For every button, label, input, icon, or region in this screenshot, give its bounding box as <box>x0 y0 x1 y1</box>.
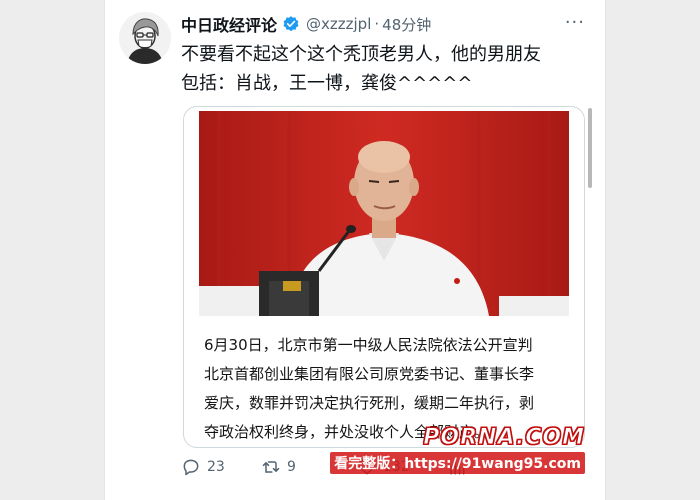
tweet-media[interactable]: 6月30日，北京市第一中级人民法院依法公开宣判 北京首都创业集团有限公司原党委书… <box>183 106 585 448</box>
verified-badge-icon <box>283 16 299 32</box>
author-name[interactable]: 中日政经评论 <box>181 12 277 36</box>
tweet-card[interactable]: 中日政经评论 @xzzzjpl · 48分钟 ··· 不要看不起这个这个秃顶老男… <box>105 0 605 500</box>
retweet-count: 9 <box>287 459 296 475</box>
avatar[interactable] <box>119 12 171 64</box>
reply-button[interactable]: 23 <box>181 457 261 477</box>
watermark-site: PORNA.COM <box>423 425 585 451</box>
screenshot: 中日政经评论 @xzzzjpl · 48分钟 ··· 不要看不起这个这个秃顶老男… <box>0 0 700 500</box>
tweet-text: 不要看不起这个这个秃顶老男人，他的男朋友 包括：肖战，王一博，龚俊^^^^^ <box>181 44 541 94</box>
caption-line: 6月30日，北京市第一中级人民法院依法公开宣判 <box>204 336 533 354</box>
author-handle[interactable]: @xzzzjpl <box>306 15 371 33</box>
avatar-illustration <box>119 12 171 64</box>
watermark: PORNA.COM 看完整版：https://91wang95.com <box>330 425 585 474</box>
timestamp[interactable]: 48分钟 <box>382 14 431 35</box>
separator-dot: · <box>374 15 380 33</box>
watermark-url: 看完整版：https://91wang95.com <box>330 452 585 474</box>
reply-count: 23 <box>207 459 225 475</box>
retweet-icon <box>262 461 280 473</box>
news-photo-illustration <box>199 111 569 316</box>
more-dots-icon[interactable]: ··· <box>565 12 585 33</box>
caption-line: 北京首都创业集团有限公司原党委书记、董事长李 <box>204 365 535 383</box>
scrollbar[interactable] <box>588 108 592 188</box>
news-photo <box>199 111 569 316</box>
reply-icon <box>183 459 199 476</box>
tweet-header: 中日政经评论 @xzzzjpl · 48分钟 ··· <box>181 12 591 36</box>
caption-line: 爱庆，数罪并罚决定执行死刑，缓期二年执行，剥 <box>204 394 535 412</box>
